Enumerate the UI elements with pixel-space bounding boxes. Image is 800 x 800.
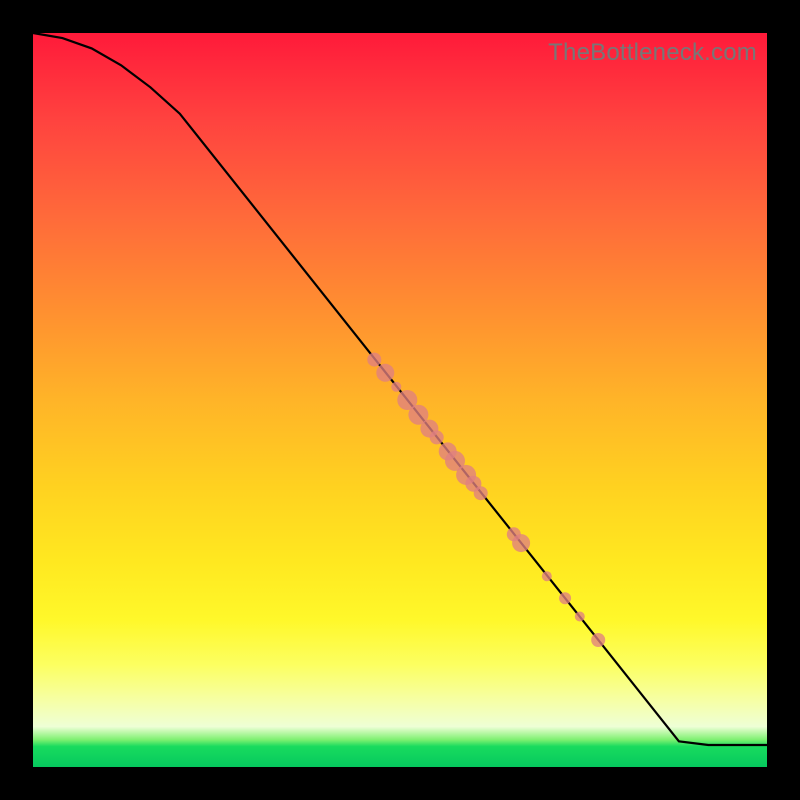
data-point-marker [542,571,552,581]
data-point-marker [430,430,444,444]
data-point-marker [575,612,585,622]
plot-area: TheBottleneck.com [33,33,767,767]
data-point-marker [376,364,394,382]
data-point-marker [474,486,488,500]
data-point-marker [591,633,605,647]
data-point-marker [391,382,401,392]
chart-stage: TheBottleneck.com [0,0,800,800]
data-point-marker [559,592,571,604]
data-point-marker [512,534,530,552]
data-point-marker [367,353,381,367]
chart-svg [33,33,767,767]
